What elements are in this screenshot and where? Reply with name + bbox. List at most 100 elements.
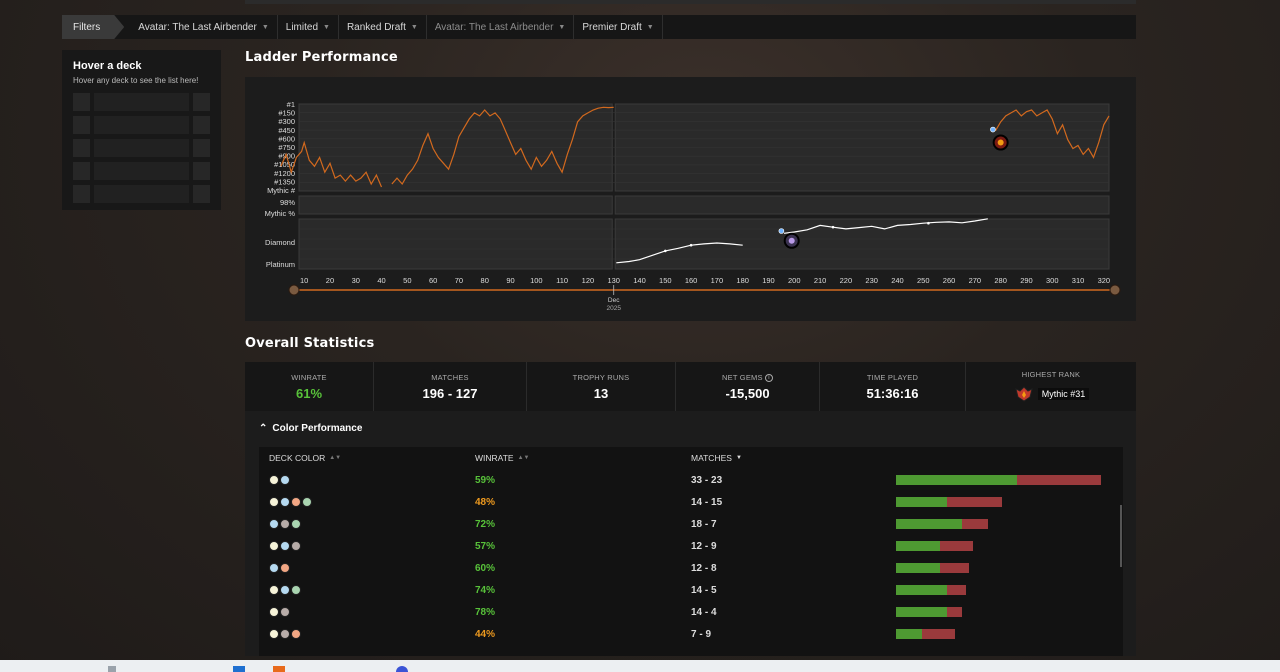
deck-colors (259, 563, 475, 573)
filter-format[interactable]: Limited ▼ (278, 15, 339, 39)
table-row[interactable]: 59% 33 - 23 (259, 469, 1123, 491)
col-deck-color[interactable]: DECK COLOR ▲▼ (259, 453, 475, 463)
current-point (990, 126, 996, 133)
losses-bar (961, 519, 988, 529)
scrollbar[interactable] (1120, 505, 1122, 567)
losses-bar (939, 563, 970, 573)
rank-point (831, 225, 835, 229)
chevron-down-icon: ▼ (261, 23, 269, 31)
winrate-cell: 74% (475, 584, 496, 596)
color-performance-toggle[interactable]: ⌃ Color Performance (259, 423, 362, 434)
col-winrate[interactable]: WINRATE ▲▼ (475, 453, 691, 463)
filter-queue[interactable]: Ranked Draft ▼ (339, 15, 427, 39)
deck-colors (259, 519, 475, 529)
wins-bar (896, 607, 948, 617)
table-row[interactable]: 74% 14 - 5 (259, 579, 1123, 601)
stat-label: WINRATE (291, 372, 327, 382)
mana-G-icon (291, 585, 301, 595)
matches-cell: 12 - 9 (691, 540, 717, 552)
stat-label: MATCHES (431, 372, 469, 382)
winrate-cell: 72% (475, 518, 496, 530)
wins-bar (896, 585, 948, 595)
x-tick-label: 130 (607, 276, 620, 285)
winrate-cell: 78% (475, 606, 496, 618)
sidebar-title: Hover a deck (73, 60, 142, 72)
app-icon[interactable] (108, 666, 116, 672)
chart-panel-bg (614, 218, 1110, 270)
matches-cell: 18 - 7 (691, 518, 717, 530)
mana-U-icon (269, 563, 279, 573)
stat-value: 13 (593, 385, 609, 401)
x-tick-label: 60 (429, 276, 437, 285)
mana-R-icon (291, 497, 301, 507)
wins-bar (896, 497, 948, 507)
stat-label: TIME PLAYED (866, 372, 919, 382)
filter-set[interactable]: Avatar: The Last Airbender ▼ (124, 15, 278, 39)
mana-W-icon (269, 475, 279, 485)
mana-R-icon (280, 563, 290, 573)
winrate-cell: 60% (475, 562, 496, 574)
losses-bar (947, 497, 1003, 507)
x-tick-label: 90 (506, 276, 514, 285)
wins-bar (896, 629, 922, 639)
table-row[interactable]: 72% 18 - 7 (259, 513, 1123, 535)
filter-expansion[interactable]: Avatar: The Last Airbender ▼ (427, 15, 575, 39)
y-tick-label: 98% (280, 198, 295, 207)
x-tick-label: 210 (814, 276, 827, 285)
placeholder-row (73, 116, 210, 134)
x-tick-label: 120 (582, 276, 595, 285)
mythic-rank-gem (997, 139, 1004, 146)
table-row[interactable]: 60% 12 - 8 (259, 557, 1123, 579)
app-icon[interactable] (396, 666, 408, 672)
table-row[interactable]: 44% 7 - 9 (259, 623, 1123, 645)
stat-label-row: NET GEMS i (722, 373, 773, 382)
x-tick-label: 200 (788, 276, 801, 285)
os-taskbar (0, 660, 1280, 672)
stat-trophy-runs: TROPHY RUNS 13 (527, 362, 676, 411)
x-tick-label: 30 (352, 276, 360, 285)
winloss-bar (896, 629, 1106, 639)
chevron-up-icon: ⌃ (259, 423, 268, 434)
col-matches[interactable]: MATCHES ▼ (691, 453, 896, 463)
table-row[interactable]: 57% 12 - 9 (259, 535, 1123, 557)
filter-event[interactable]: Premier Draft ▼ (574, 15, 663, 39)
matches-cell: 33 - 23 (691, 474, 723, 486)
table-row[interactable]: 78% 14 - 4 (259, 601, 1123, 623)
winloss-bar (896, 607, 1106, 617)
top-strip (245, 0, 1136, 4)
winrate-cell: 59% (475, 474, 496, 486)
rank-badge: Mythic #31 (1037, 388, 1090, 400)
deck-colors (259, 541, 475, 551)
x-tick-label: 110 (556, 276, 568, 285)
x-tick-label: 140 (633, 276, 646, 285)
mana-B-icon (280, 519, 290, 529)
wins-bar (896, 475, 1017, 485)
winrate-cell: 48% (475, 496, 496, 508)
stat-value: -15,500 (725, 385, 770, 401)
current-point (778, 228, 785, 234)
color-performance-title: Color Performance (272, 423, 363, 434)
info-icon[interactable]: i (764, 373, 773, 382)
table-row[interactable]: 48% 14 - 15 (259, 491, 1123, 513)
chip-label: Avatar: The Last Airbender (138, 21, 257, 33)
stat-winrate: WINRATE 61% (245, 362, 374, 411)
ladder-chart[interactable]: #1 #150 #300 #450 #600 #750 #900 #1050 #1200 #135… (245, 77, 1136, 321)
chart-panel-bg (614, 195, 1110, 215)
rank-point (664, 249, 667, 253)
app-icon[interactable] (273, 666, 285, 672)
chart-panel-bg (298, 218, 613, 270)
stat-net-gems: NET GEMS i -15,500 (676, 362, 820, 411)
app-icon[interactable] (233, 666, 245, 672)
mana-W-icon (269, 585, 279, 595)
x-tick-label: 300 (1046, 276, 1059, 285)
stat-value: 61% (295, 385, 323, 401)
winloss-bar (896, 475, 1106, 485)
deck-colors (259, 607, 475, 617)
placeholder-row (73, 139, 210, 157)
matches-cell: 14 - 4 (691, 606, 717, 618)
mana-U-icon (280, 475, 290, 485)
x-tick-label: 180 (736, 276, 749, 285)
losses-bar (1016, 475, 1101, 485)
deck-preview-sidebar: Hover a deck Hover any deck to see the l… (62, 50, 221, 210)
x-tick-label: 270 (969, 276, 982, 285)
